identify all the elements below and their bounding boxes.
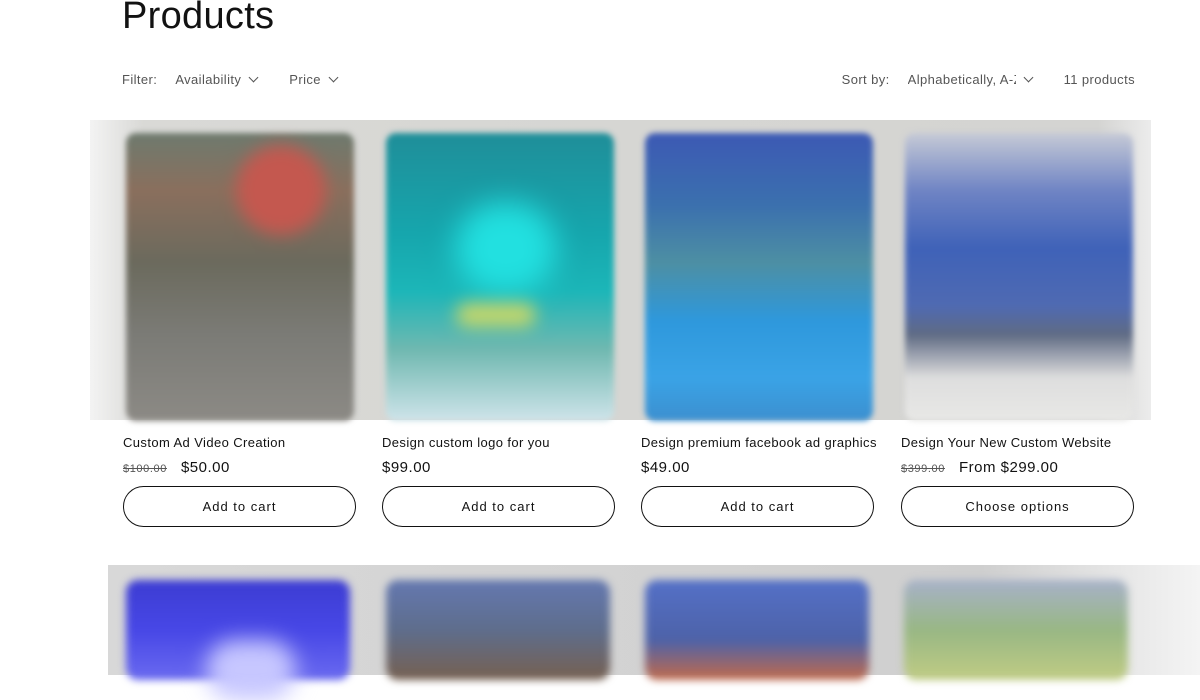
product-title[interactable]: Design Your New Custom Website [901, 435, 1111, 450]
image-detail [456, 203, 556, 293]
add-to-cart-button[interactable]: Add to cart [641, 486, 874, 527]
product-image[interactable] [386, 580, 610, 680]
filter-label: Filter: [122, 72, 158, 87]
chevron-down-icon [248, 72, 259, 83]
price-filter[interactable]: Price [289, 72, 339, 87]
product-price: $49.00 [641, 459, 690, 476]
add-to-cart-button[interactable]: Add to cart [123, 486, 356, 527]
product-price: $100.00 $50.00 [123, 459, 230, 476]
availability-filter-label: Availability [175, 72, 242, 87]
sort-group: Sort by: Alphabetically, A-Z 11 products [842, 72, 1135, 87]
filter-sort-toolbar: Filter: Availability Price Sort by: Alph… [122, 72, 1135, 94]
sort-label: Sort by: [841, 72, 890, 87]
regular-price: $49.00 [641, 459, 690, 476]
sort-select[interactable]: Alphabetically, A-Z [907, 72, 1034, 87]
sale-price: $50.00 [180, 459, 230, 476]
product-image[interactable] [126, 580, 350, 700]
product-count: 11 products [1063, 72, 1135, 87]
chevron-down-icon [328, 72, 339, 83]
sale-price: From $299.00 [958, 459, 1059, 476]
compare-at-price: $100.00 [123, 463, 167, 475]
image-detail [236, 145, 326, 235]
product-price: $399.00 From $299.00 [901, 459, 1058, 476]
product-image[interactable] [904, 580, 1128, 680]
product-image-custom-ad-video[interactable] [126, 133, 354, 421]
product-image-custom-website[interactable] [905, 133, 1133, 421]
image-detail [206, 640, 296, 700]
choose-options-button[interactable]: Choose options [901, 486, 1134, 527]
sort-select-value: Alphabetically, A-Z [907, 72, 1016, 87]
product-image-custom-logo[interactable] [386, 133, 614, 421]
product-title[interactable]: Design custom logo for you [382, 435, 550, 450]
filter-group: Filter: Availability Price [122, 72, 369, 87]
add-to-cart-button[interactable]: Add to cart [382, 486, 615, 527]
product-title[interactable]: Design premium facebook ad graphics [641, 435, 877, 450]
price-filter-label: Price [289, 72, 321, 87]
product-price: $99.00 [382, 459, 431, 476]
page-title: Products [122, 0, 275, 37]
regular-price: $99.00 [382, 459, 431, 476]
product-image[interactable] [645, 580, 869, 680]
image-detail [456, 303, 536, 327]
compare-at-price: $399.00 [901, 463, 945, 475]
availability-filter[interactable]: Availability [175, 72, 259, 87]
product-image-facebook-ad-graphics[interactable] [645, 133, 873, 421]
product-title[interactable]: Custom Ad Video Creation [123, 435, 286, 450]
chevron-down-icon [1023, 72, 1034, 83]
